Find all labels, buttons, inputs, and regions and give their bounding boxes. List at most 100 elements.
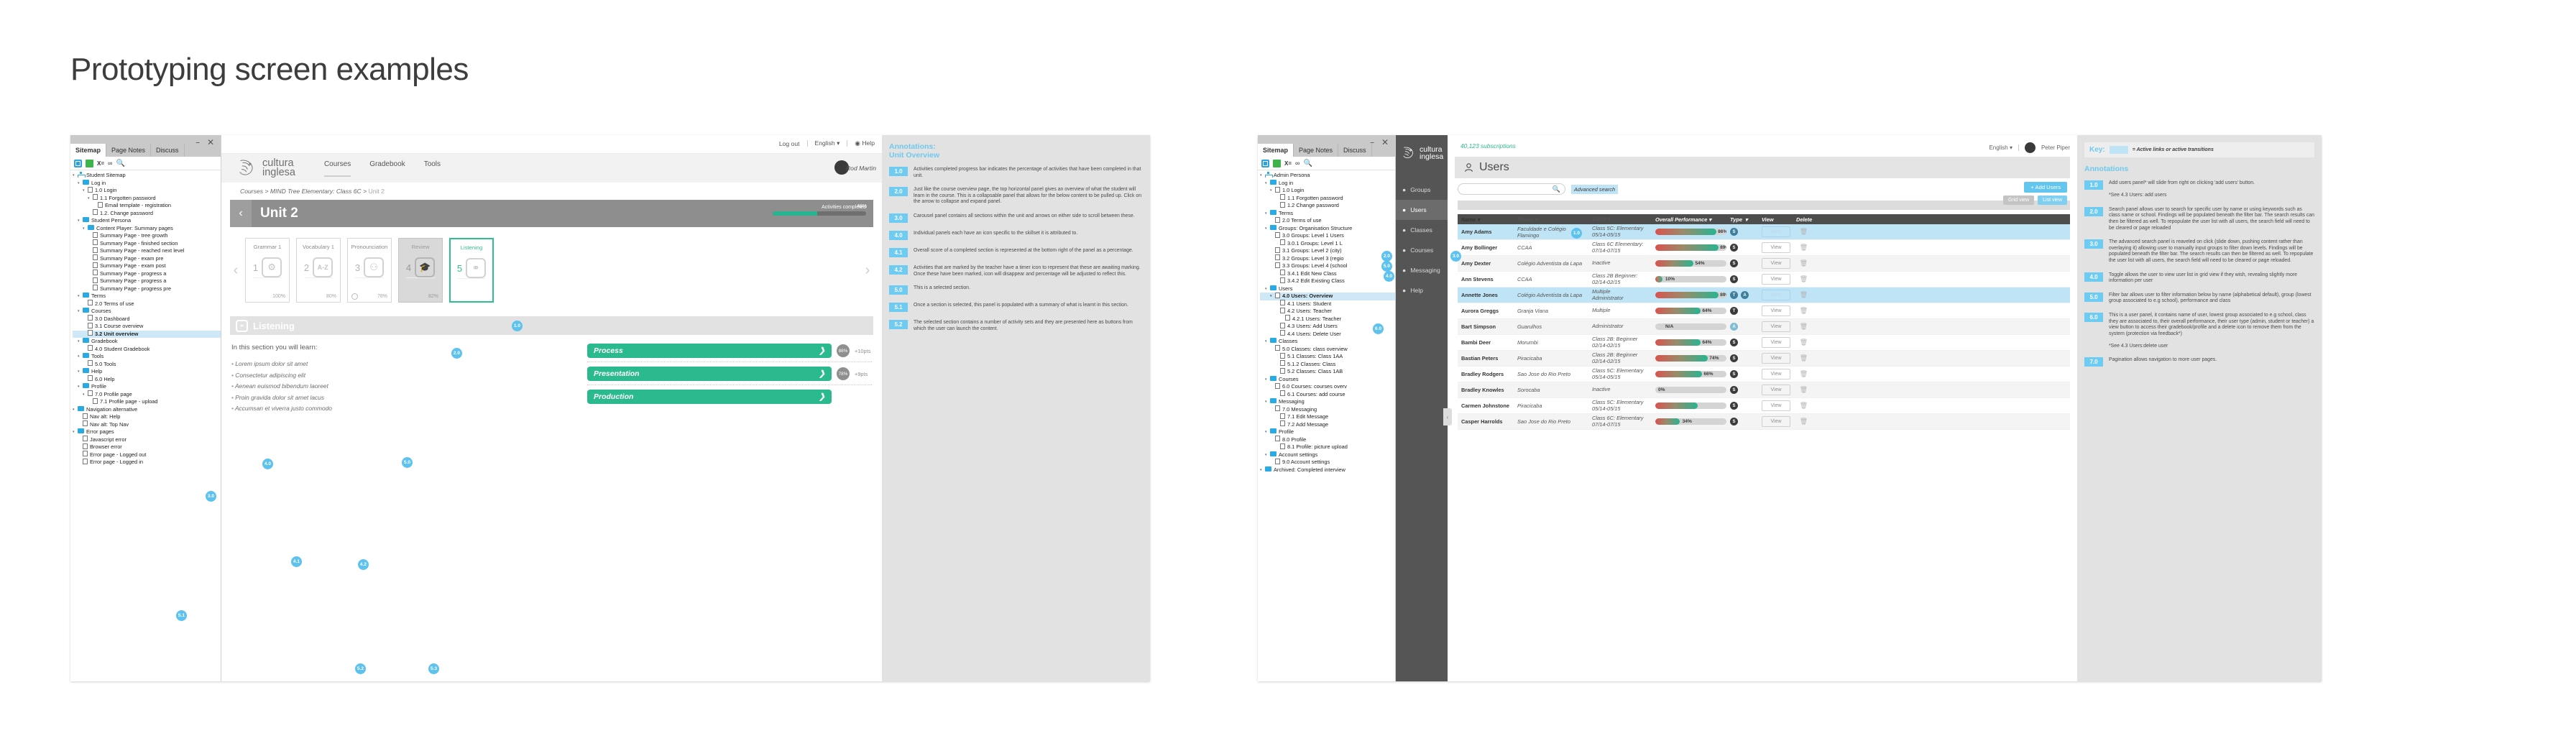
sitemap-node[interactable]: 3.2 Groups: Level 3 (regio (1260, 254, 1395, 263)
sitemap-node[interactable]: ▾ Gradebook (73, 338, 221, 346)
sitemap-node[interactable]: ▾ Admin Persona (1260, 171, 1395, 180)
sitemap-node[interactable]: 6.0 Courses: courses overv (1260, 382, 1395, 391)
sitemap-node[interactable]: 5.2 Classes: Class 1AB (1260, 367, 1395, 376)
activity-button-presentation[interactable]: Presentation ❯ (587, 367, 832, 381)
sitemap-node[interactable]: ▾ Content Player: Summary pages (73, 224, 221, 233)
sitemap-node[interactable]: 3.0 Groups: Level 1 Users (1260, 231, 1395, 240)
sitemap-node[interactable]: 7.2 Add Message (1260, 420, 1395, 429)
trash-icon[interactable]: 🗑 (1800, 228, 1808, 235)
link-icon[interactable]: ∞ (108, 160, 112, 167)
sitemap-node[interactable]: ▾ 1.1 Forgotten password (73, 194, 221, 203)
sitemap-node[interactable]: 3.2 Unit overview (73, 330, 221, 338)
caret-icon[interactable]: ▾ (78, 353, 83, 360)
trash-icon[interactable]: 🗑 (1800, 370, 1808, 377)
sitemap-node[interactable]: ▾ Navigation alternative (73, 405, 221, 414)
column-header-view[interactable]: View (1758, 216, 1793, 223)
table-row[interactable]: Bastian Peters Piracicaba Class 2B: Begi… (1458, 351, 2070, 367)
view-toggle-list[interactable]: List view (2038, 196, 2067, 205)
view-button[interactable]: View (1762, 385, 1790, 395)
sitemap-node[interactable]: ▾ 1.0 Login (73, 186, 221, 195)
sidebar-item-courses[interactable]: ● Courses (1396, 240, 1448, 260)
breadcrumb-courses[interactable]: Courses (240, 188, 263, 195)
cursor-icon[interactable] (1273, 159, 1281, 167)
sitemap-node[interactable]: 7.1 Profile page - upload (73, 397, 221, 406)
sitemap-node[interactable]: ▾ Student Persona (73, 217, 221, 225)
annotation-marker-5.1[interactable]: 5.1 (176, 610, 187, 621)
caret-icon[interactable]: ▾ (1265, 210, 1270, 217)
breadcrumb-class[interactable]: MIND Tree Elementary: Class 6C (270, 188, 362, 195)
view-button[interactable]: View (1762, 290, 1790, 300)
trash-icon[interactable]: 🗑 (1800, 307, 1808, 314)
section-card-4[interactable]: Listening 5 ⚭ (449, 238, 494, 303)
brand-logo-right[interactable]: cultura inglesa (1396, 135, 1448, 161)
caret-icon[interactable]: ▾ (1270, 187, 1275, 194)
caret-icon[interactable]: ▾ (78, 217, 83, 224)
section-card-3[interactable]: Review 4 🎓 82% (398, 238, 443, 303)
sitemap-node[interactable]: ▾ 7.0 Profile page (73, 390, 221, 399)
table-row[interactable]: Casper Harrolds Sao Jose do Rio Preto Cl… (1458, 414, 2070, 430)
sitemap-node[interactable]: 1.2. Change password (73, 209, 221, 218)
sitemap-tab-right-1[interactable]: Page Notes (1294, 144, 1339, 157)
sitemap-node[interactable]: 5.0 Classes: class overview (1260, 345, 1395, 354)
sitemap-node[interactable]: 6.1 Courses: add course (1260, 390, 1395, 399)
link-icon[interactable]: ∞ (1295, 160, 1300, 167)
sitemap-node[interactable]: 4.2.1 Users: Teacher (1260, 315, 1395, 323)
annotation-marker-5.0[interactable]: 5.0 (402, 457, 413, 468)
annotation-marker-4.1[interactable]: 4.1 (291, 556, 302, 567)
caret-icon[interactable]: ▾ (78, 338, 83, 345)
annotation-marker-4.0[interactable]: 4.0 (1384, 271, 1394, 282)
caret-icon[interactable]: ▾ (1265, 428, 1270, 436)
annotation-marker-5.2[interactable]: 5.2 (355, 663, 366, 674)
trash-icon[interactable]: 🗑 (1800, 244, 1808, 251)
sitemap-node[interactable]: ▾ Classes (1260, 338, 1395, 346)
caret-icon[interactable]: ▾ (1265, 180, 1270, 187)
column-header-type[interactable]: Type ▾ (1726, 216, 1758, 223)
caret-icon[interactable]: ▾ (83, 225, 88, 232)
collapse-arrow-icon[interactable]: ‹ (230, 200, 252, 227)
sitemap-tab-left-1[interactable]: Page Notes (106, 144, 152, 157)
caret-icon[interactable]: ▾ (73, 406, 78, 413)
caret-icon[interactable]: ▾ (78, 308, 83, 315)
sitemap-node[interactable]: 3.3 Groups: Level 4 (school (1260, 262, 1395, 270)
sitemap-node[interactable]: ▾ Terms (1260, 209, 1395, 218)
sitemap-node[interactable]: ▾ Archived: Completed interview (1260, 466, 1395, 474)
advanced-search-link[interactable]: Advanced search (1571, 184, 1619, 194)
table-row[interactable]: Amy Dexter Colégio Adventista da Lapa In… (1458, 256, 2070, 272)
trash-icon[interactable]: 🗑 (1800, 402, 1808, 409)
view-button[interactable]: View (1762, 369, 1790, 380)
sitemap-node[interactable]: 2.0 Terms of use (1260, 216, 1395, 225)
sitemap-node[interactable]: 5.1 Classes: Class 1AA (1260, 352, 1395, 361)
trash-icon[interactable]: 🗑 (1800, 354, 1808, 362)
caret-icon[interactable]: ▾ (1265, 338, 1270, 345)
caret-icon[interactable]: ▾ (1270, 293, 1275, 300)
sitemap-node[interactable]: 5.0 Tools (73, 360, 221, 369)
view-button[interactable]: View (1762, 226, 1790, 237)
caret-icon[interactable]: ▾ (73, 172, 78, 179)
sitemap-tree-right[interactable]: ▾ Admin Persona ▾ Log in ▾ 1.0 Login 1.1… (1258, 170, 1395, 474)
trash-icon[interactable]: 🗑 (1800, 259, 1808, 267)
annotation-marker-4.0[interactable]: 4.0 (262, 459, 273, 469)
caret-icon[interactable]: ▾ (78, 180, 83, 187)
annotation-marker-1.0[interactable]: 1.0 (1571, 228, 1582, 239)
variables-icon[interactable]: X= (97, 160, 104, 167)
sitemap-tab-right-0[interactable]: Sitemap (1258, 144, 1294, 157)
cursor-icon[interactable] (86, 159, 93, 167)
view-button[interactable]: View (1762, 400, 1790, 411)
sitemap-node[interactable]: 8.0 Profile (1260, 436, 1395, 444)
sitemap-node[interactable]: Summary Page - progress a (73, 270, 221, 278)
column-header-delete[interactable]: Delete (1793, 216, 1812, 223)
sidebar-item-groups[interactable]: ● Groups (1396, 180, 1448, 200)
sitemap-node[interactable]: 4.2 Users: Teacher (1260, 307, 1395, 316)
trash-icon[interactable]: 🗑 (1800, 291, 1808, 298)
sitemap-node[interactable]: Summary Page - finished section (73, 239, 221, 248)
column-header-overall-performance[interactable]: Overall Performance ▾ (1652, 216, 1726, 223)
sitemap-node[interactable]: 7.1 Edit Message (1260, 413, 1395, 421)
sitemap-node[interactable]: 3.4.2 Edit Existing Class (1260, 277, 1395, 285)
sitemap-node[interactable]: ▾ Help (73, 368, 221, 376)
sidebar-collapse-icon[interactable]: ‹ (1443, 408, 1452, 426)
sitemap-node[interactable]: Javascript error (73, 436, 221, 444)
sitemap-node[interactable]: Summary Page - progress a (73, 277, 221, 285)
sitemap-node[interactable]: ▾ Log in (1260, 179, 1395, 188)
sitemap-tab-right-2[interactable]: Discuss (1338, 144, 1372, 157)
sitemap-tab-left-2[interactable]: Discuss (151, 144, 185, 157)
